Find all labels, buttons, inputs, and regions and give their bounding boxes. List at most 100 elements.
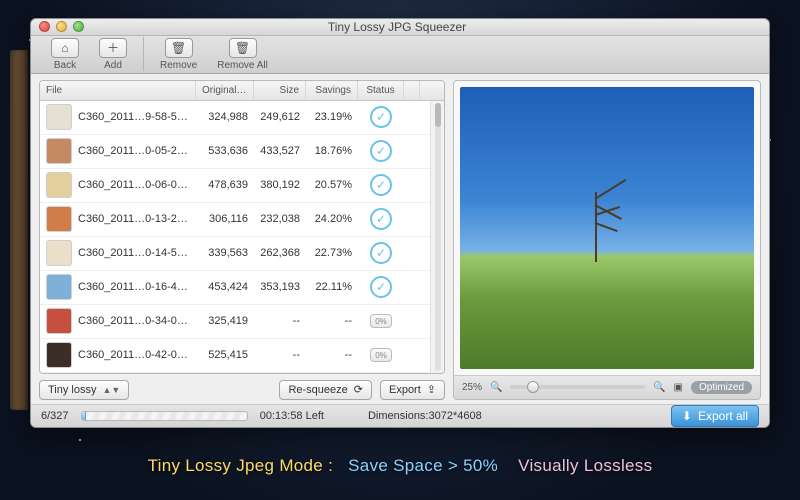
scrollbar[interactable] [430,101,444,373]
caption-a: Tiny Lossy Jpeg Mode : [148,456,334,475]
filename: C360_2011…0-13-24.jpg [78,213,190,225]
savings: 18.76% [306,145,358,157]
trash-all-icon: 🗑 [235,41,250,55]
zoom-slider[interactable] [510,385,645,389]
add-button[interactable]: ＋ Add [89,36,137,73]
resqueeze-button[interactable]: Re-squeeze ⟳ [279,380,372,400]
status-cell: ✓ [358,106,404,128]
footer: 6/327 00:13:58 Left Dimensions:3072*4608… [31,404,769,427]
table-row[interactable]: C360_2011…0-34-05.jpg325,419----0% [40,305,430,339]
check-icon: ✓ [370,242,392,264]
export-icon: ⇪ [427,383,436,396]
new-size: 249,612 [254,111,306,123]
preview-image[interactable] [454,81,760,375]
savings: 24.20% [306,213,358,225]
zoom-knob[interactable] [527,381,539,393]
filename: C360_2011…0-42-03.jpg [78,349,190,361]
caption-b: Save Space > 50% [348,456,498,475]
status-cell: ✓ [358,208,404,230]
thumbnail [46,206,72,232]
status-cell: ✓ [358,276,404,298]
table-row[interactable]: C360_2011…0-06-09.jpg478,639380,19220.57… [40,169,430,203]
remove-all-button[interactable]: 🗑 Remove All [207,36,278,73]
col-status[interactable]: Status [358,81,404,100]
table-row[interactable]: C360_2011…0-05-23.jpg 533,636433,52718.76… [40,135,430,169]
savings: 23.19% [306,111,358,123]
export-all-icon: ⬇ [682,409,692,423]
pending-badge: 0% [370,314,392,328]
original-size: 324,988 [196,111,254,123]
savings: 20.57% [306,179,358,191]
content-area: File Original S… Size Savings Status C36… [31,74,769,404]
table-row[interactable]: C360_2011…0-14-56.jpg 339,563262,36822.73… [40,237,430,271]
check-icon: ✓ [370,208,392,230]
filename: C360_2011…0-14-56.jpg [78,247,190,259]
check-icon: ✓ [370,106,392,128]
window-title: Tiny Lossy JPG Squeezer [84,20,710,34]
decor-book-edge [10,50,28,410]
original-size: 339,563 [196,247,254,259]
col-original[interactable]: Original S… [196,81,254,100]
scrollbar-thumb[interactable] [435,103,441,127]
new-size: 353,193 [254,281,306,293]
original-size: 533,636 [196,145,254,157]
refresh-icon: ⟳ [354,383,363,396]
thumbnail [46,240,72,266]
thumbnail [46,104,72,130]
check-icon: ✓ [370,276,392,298]
dimensions-label: Dimensions:3072*4608 [368,410,482,422]
caret-updown-icon: ▲▼ [103,385,121,395]
original-size: 306,116 [196,213,254,225]
new-size: 380,192 [254,179,306,191]
file-pane: File Original S… Size Savings Status C36… [39,80,445,400]
new-size: -- [254,315,306,327]
toolbar: ⌂ Back ＋ Add 🗑 Remove 🗑 Remove All [31,36,769,74]
export-all-button[interactable]: ⬇ Export all [671,405,759,427]
table-header: File Original S… Size Savings Status [40,81,444,101]
col-size[interactable]: Size [254,81,306,100]
back-button[interactable]: ⌂ Back [41,36,89,73]
savings: 22.11% [306,281,358,293]
col-savings[interactable]: Savings [306,81,358,100]
zoom-out-icon[interactable]: 🔍 [490,382,502,393]
check-icon: ✓ [370,174,392,196]
table-row[interactable]: C360_2011…0-13-24.jpg306,116232,03824.20… [40,203,430,237]
optimized-badge: Optimized [691,381,752,394]
zoom-in-icon[interactable]: 🔍 [653,382,665,393]
remove-button[interactable]: 🗑 Remove [150,36,207,73]
filename: C360_2011…0-34-05.jpg [78,315,190,327]
preview-pane: 25% 🔍 🔍 ▣ Optimized [453,80,761,400]
new-size: 433,527 [254,145,306,157]
mode-select[interactable]: Tiny lossy ▲▼ [39,380,129,400]
promo-caption: Tiny Lossy Jpeg Mode : Save Space > 50% … [0,456,800,476]
table-row[interactable]: C360_2011…0-16-42.jpg453,424353,19322.11… [40,271,430,305]
home-icon: ⌂ [61,41,68,55]
table-row[interactable]: C360_2011…9-58-58.jpg324,988249,61223.19… [40,101,430,135]
new-size: -- [254,349,306,361]
col-file[interactable]: File [40,81,196,100]
filename: C360_2011…0-05-23.jpg [78,145,190,157]
tree-graphic [595,192,597,262]
minimize-icon[interactable] [56,21,67,32]
app-window: Tiny Lossy JPG Squeezer ⌂ Back ＋ Add 🗑 R… [30,18,770,428]
zoom-icon[interactable] [73,21,84,32]
progress-eta: 00:13:58 Left [260,410,324,422]
thumbnail [46,342,72,368]
pending-badge: 0% [370,348,392,362]
status-cell: ✓ [358,140,404,162]
savings: -- [306,315,358,327]
table-row[interactable]: C360_2011…0-42-03.jpg525,415----0% [40,339,430,373]
savings: -- [306,349,358,361]
savings: 22.73% [306,247,358,259]
export-button[interactable]: Export ⇪ [380,380,445,400]
zoom-value: 25% [462,382,482,393]
status-cell: 0% [358,314,404,328]
caption-c: Visually Lossless [518,456,652,475]
original-size: 325,419 [196,315,254,327]
titlebar[interactable]: Tiny Lossy JPG Squeezer [31,19,769,36]
table-body: C360_2011…9-58-58.jpg324,988249,61223.19… [40,101,430,373]
fit-icon[interactable]: ▣ [674,382,683,393]
new-size: 262,368 [254,247,306,259]
close-icon[interactable] [39,21,50,32]
mode-select-label: Tiny lossy [48,384,97,396]
